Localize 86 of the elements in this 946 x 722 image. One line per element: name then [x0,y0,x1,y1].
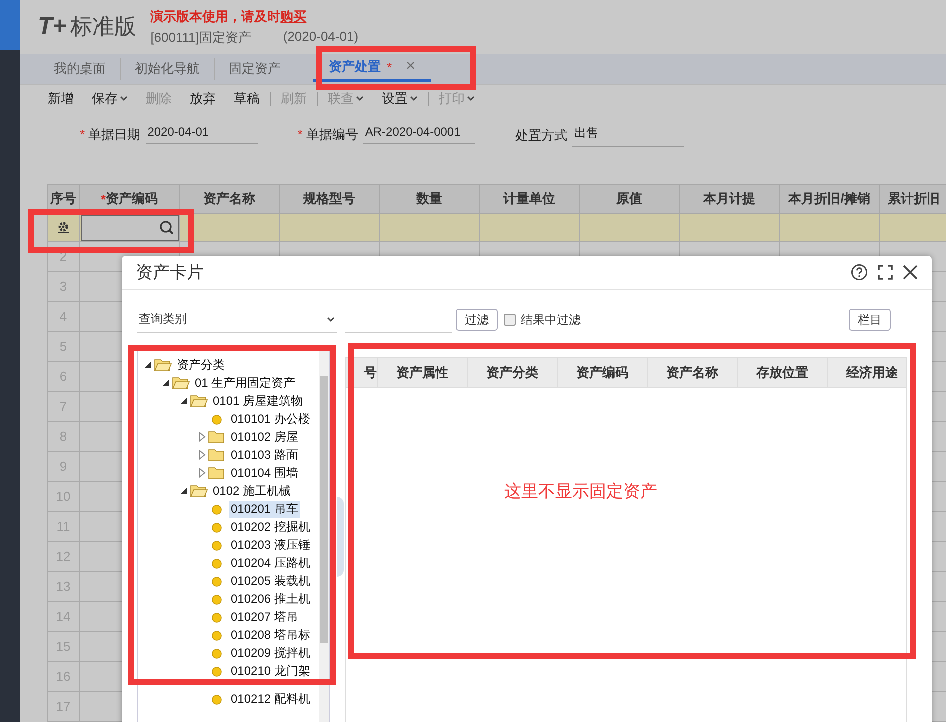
tree-item[interactable]: 010102 房屋 [229,428,300,446]
gear-icon[interactable] [57,221,70,234]
folder-icon [172,376,190,390]
folder-icon [208,466,226,480]
tree-item[interactable]: 01 生产用固定资产 [193,374,298,392]
column-header: 数量 [380,184,480,214]
tree-item[interactable]: 010208 塔吊标 [229,626,312,644]
column-header: 本月计提 [680,184,780,214]
tab[interactable]: 我的桌面 [40,58,120,80]
field-value[interactable]: 2020-04-01 [146,125,258,144]
caret-icon [356,96,364,102]
column-header: 资产分类 [468,358,558,387]
scrollbar[interactable] [319,348,329,722]
field-label: * 单据日期 [80,126,141,144]
tree-item[interactable]: 010209 搅拌机 [229,644,312,662]
column-header: 计量单位 [480,184,580,214]
category-select[interactable]: 查询类别 [137,307,337,333]
maximize-icon[interactable] [878,265,893,280]
login-date: (2020-04-01) [283,28,359,46]
collapsed-triangle-icon[interactable] [198,450,206,460]
tree-item[interactable]: 010207 塔吊 [229,608,300,626]
demo-notice: 演示版本使用，请及时购买 [150,8,308,26]
column-header: 规格型号 [280,184,380,214]
column-header: 资产编码 [558,358,648,387]
tree-item[interactable]: 010206 推土机 [229,590,312,608]
field-label: * 单据编号 [298,126,358,144]
field-label: 处置方式 [515,127,568,146]
account-name: [600111]固定资产 [150,28,252,47]
caret-icon [467,96,475,102]
folder-icon [190,484,208,498]
lookup-field[interactable] [80,214,178,240]
expanded-triangle-icon[interactable] [180,398,188,404]
toolbar-button[interactable]: 新增 [40,90,82,108]
tab[interactable]: 固定资产 [214,58,295,80]
column-header: 资产名称 [648,358,738,387]
tree-item[interactable]: 0101 房屋建筑物 [211,392,306,410]
tree-item[interactable]: 010205 装载机 [229,572,312,590]
help-icon[interactable] [851,264,868,281]
tree-item[interactable]: 010203 液压锤 [229,536,312,554]
folder-icon [208,430,226,444]
checkbox-label: 结果中过滤 [521,312,581,328]
toolbar-button[interactable]: 放弃 [182,90,224,108]
caret-icon [410,96,418,102]
tree-item[interactable]: 010212 配料机 [229,690,312,708]
search-icon[interactable] [158,220,174,236]
caret-icon [120,96,128,102]
column-header: 资产名称 [180,184,280,214]
tab[interactable]: 初始化导航 [120,58,214,80]
column-header: 资产属性 [378,358,468,387]
collapsed-triangle-icon[interactable] [198,432,206,442]
tree-item[interactable]: 0102 施工机械 [211,482,294,500]
sidebar-tile[interactable] [0,0,20,50]
column-header: 累计折旧 [880,184,946,214]
modified-mark: * [387,60,392,75]
filter-button[interactable]: 过滤 [456,309,498,331]
dialog-title: 资产卡片 [136,262,204,284]
tree-item[interactable]: 010210 龙门架 [229,662,312,680]
folder-icon [208,448,226,462]
field-value[interactable]: 出售 [572,125,684,148]
columns-button[interactable]: 栏目 [849,309,891,331]
tree-item[interactable]: 010103 路面 [229,446,300,464]
toolbar-button[interactable]: 保存 [84,90,136,108]
tree-item[interactable]: 010201 吊车 [229,500,300,518]
toolbar-button[interactable]: 草稿 [226,90,268,108]
product-logo: T+ 标准版 [38,12,137,42]
tree-item[interactable]: 010101 办公楼 [229,410,312,428]
column-header: 本月折旧/摊销 [780,184,880,214]
splitter-handle[interactable] [337,497,344,577]
tree-item[interactable]: 010104 围墙 [229,464,300,482]
folder-icon [190,394,208,408]
folder-icon [154,358,172,372]
column-header: 原值 [580,184,680,214]
tree-item[interactable]: 010204 压路机 [229,554,312,572]
close-icon[interactable] [903,265,918,280]
expanded-triangle-icon[interactable] [144,362,152,368]
column-header: 存放位置 [738,358,828,387]
toolbar-button[interactable]: 设置 [374,90,426,108]
column-header: 号 [346,358,378,387]
tree-item[interactable]: 010202 挖掘机 [229,518,312,536]
expanded-triangle-icon[interactable] [180,488,188,494]
field-value[interactable]: AR-2020-04-0001 [363,125,476,144]
checkbox[interactable] [504,314,516,326]
caret-icon [327,316,335,322]
collapsed-triangle-icon[interactable] [198,468,206,478]
expanded-triangle-icon[interactable] [162,380,170,386]
annotation-note: 这里不显示固定资产 [504,481,658,502]
